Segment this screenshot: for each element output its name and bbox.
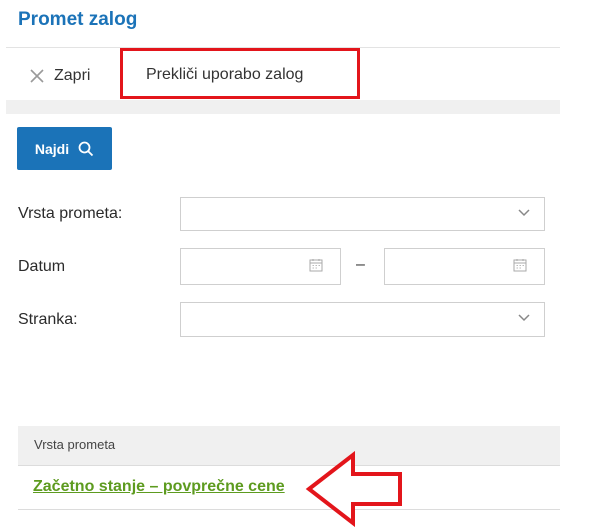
find-button-label: Najdi bbox=[34, 140, 70, 157]
transaction-type-label: Vrsta prometa: bbox=[18, 205, 123, 222]
annotation-arrow bbox=[305, 451, 402, 527]
transaction-type-select[interactable] bbox=[180, 197, 545, 231]
party-label: Stranka: bbox=[18, 311, 78, 328]
search-icon bbox=[78, 141, 94, 156]
page-title: Promet zalog bbox=[18, 9, 138, 30]
calendar-icon[interactable] bbox=[309, 258, 323, 272]
close-button-label: Zapri bbox=[54, 67, 91, 84]
date-range-separator: – bbox=[356, 256, 365, 273]
toolbar-divider-band bbox=[6, 100, 560, 114]
calendar-icon[interactable] bbox=[513, 258, 527, 272]
table-row: Začetno stanje – povprečne cene bbox=[18, 466, 560, 510]
column-header-transaction-type[interactable]: Vrsta prometa bbox=[34, 437, 115, 452]
find-button[interactable]: Najdi bbox=[17, 127, 112, 170]
table-header: Vrsta prometa bbox=[18, 426, 560, 466]
close-button[interactable]: Zapri bbox=[30, 65, 90, 87]
chevron-down-icon bbox=[518, 314, 530, 322]
row-link-opening-balance[interactable]: Začetno stanje – povprečne cene bbox=[33, 478, 285, 496]
cancel-stock-usage-button[interactable]: Prekliči uporabo zalog bbox=[146, 66, 303, 84]
date-label: Datum bbox=[18, 258, 66, 275]
close-icon bbox=[30, 69, 44, 83]
toolbar: Zapri Prekliči uporabo zalog bbox=[6, 47, 560, 101]
party-select[interactable] bbox=[180, 302, 545, 337]
chevron-down-icon bbox=[518, 209, 530, 217]
date-from-input[interactable] bbox=[180, 248, 341, 285]
date-to-input[interactable] bbox=[384, 248, 545, 285]
